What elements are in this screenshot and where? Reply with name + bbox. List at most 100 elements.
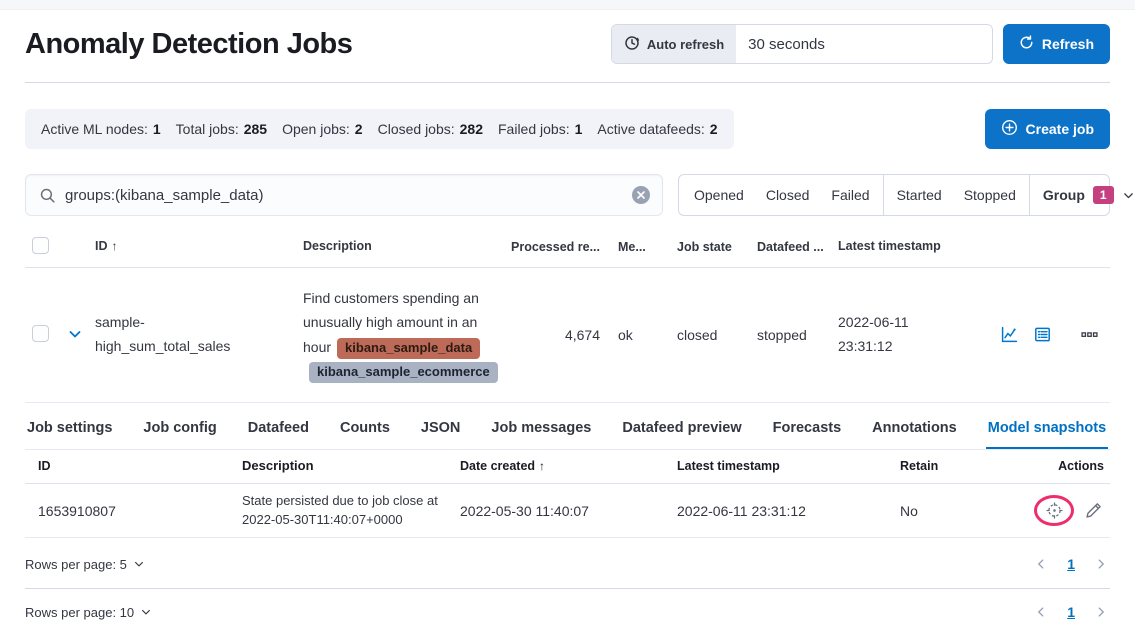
column-header-processed-records[interactable]: Processed re... <box>505 240 600 254</box>
create-job-button[interactable]: Create job <box>985 109 1110 149</box>
chevron-down-icon <box>140 606 152 618</box>
stat-active-ml-nodes: Active ML nodes:1 <box>41 121 161 137</box>
search-icon <box>39 187 56 204</box>
job-filter-group: Opened Closed Failed Started Stopped Gro… <box>678 174 1110 216</box>
chevron-right-icon <box>1094 605 1108 619</box>
column-header-snapshot-description[interactable]: Description <box>242 457 460 476</box>
column-header-latest-timestamp[interactable]: Latest timestamp <box>838 236 958 257</box>
snapshots-table-header: ID Description Date created↑ Latest time… <box>25 449 1110 484</box>
snapshots-pagination: Rows per page: 5 1 <box>25 555 1110 573</box>
group-badge[interactable]: kibana_sample_data <box>337 338 480 359</box>
refresh-button[interactable]: Refresh <box>1003 24 1110 64</box>
job-description: Find customers spending an unusually hig… <box>295 286 505 384</box>
select-all-checkbox[interactable] <box>32 237 49 254</box>
revert-snapshot-button[interactable] <box>1044 500 1065 521</box>
previous-page-button[interactable] <box>1032 603 1050 621</box>
filter-stopped[interactable]: Stopped <box>953 175 1027 215</box>
page-content: Anomaly Detection Jobs Auto refresh Refr… <box>0 24 1135 621</box>
line-chart-icon <box>1001 326 1018 343</box>
filter-opened[interactable]: Opened <box>683 175 755 215</box>
tab-annotations[interactable]: Annotations <box>870 420 959 449</box>
snapshot-latest-timestamp: 2022-06-11 23:31:12 <box>677 503 900 519</box>
open-in-anomaly-explorer-button[interactable] <box>1032 324 1053 345</box>
chevron-left-icon <box>1034 557 1048 571</box>
column-header-actions: Actions <box>1030 459 1110 473</box>
filter-divider <box>1029 174 1030 216</box>
tab-datafeed[interactable]: Datafeed <box>246 420 311 449</box>
stat-total-jobs: Total jobs:285 <box>176 121 267 137</box>
column-header-description[interactable]: Description <box>295 236 505 258</box>
tab-counts[interactable]: Counts <box>338 420 392 449</box>
tab-datafeed-preview[interactable]: Datafeed preview <box>620 420 743 449</box>
clear-search-button[interactable] <box>632 186 650 204</box>
search-row: Opened Closed Failed Started Stopped Gro… <box>25 174 1110 216</box>
top-strip <box>0 0 1135 10</box>
plus-circle-icon <box>1001 119 1018 139</box>
auto-refresh-toggle[interactable]: Auto refresh <box>612 25 736 63</box>
jobs-table: ID↑ Description Processed re... Me... Jo… <box>25 228 1110 403</box>
auto-refresh-control: Auto refresh <box>611 24 993 64</box>
jobs-page-1[interactable]: 1 <box>1059 604 1083 620</box>
snapshots-page-1[interactable]: 1 <box>1059 556 1083 572</box>
job-latest-timestamp: 2022-06-11 23:31:12 <box>838 311 958 359</box>
snapshot-date-created: 2022-05-30 11:40:07 <box>460 503 677 519</box>
column-header-snapshot-timestamp[interactable]: Latest timestamp <box>677 459 900 473</box>
column-header-id[interactable]: ID↑ <box>95 236 295 257</box>
column-header-snapshot-id[interactable]: ID <box>25 459 242 473</box>
page-title: Anomaly Detection Jobs <box>25 28 352 61</box>
tab-job-messages[interactable]: Job messages <box>489 420 593 449</box>
snapshots-rows-per-page-button[interactable]: Rows per page: 5 <box>25 557 145 572</box>
chevron-right-icon <box>1094 557 1108 571</box>
refresh-button-label: Refresh <box>1042 36 1094 52</box>
group-badge[interactable]: kibana_sample_ecommerce <box>309 362 498 383</box>
expand-row-button[interactable] <box>65 324 85 344</box>
jobs-rows-per-page-button[interactable]: Rows per page: 10 <box>25 605 152 620</box>
job-processed-records: 4,674 <box>505 327 600 343</box>
stat-closed-jobs: Closed jobs:282 <box>378 121 483 137</box>
snapshot-retain: No <box>900 503 1030 519</box>
page-header: Anomaly Detection Jobs Auto refresh Refr… <box>25 24 1110 64</box>
tab-job-settings[interactable]: Job settings <box>25 420 114 449</box>
pencil-icon <box>1085 502 1102 519</box>
refresh-controls: Auto refresh Refresh <box>611 24 1110 64</box>
row-checkbox[interactable] <box>32 325 49 342</box>
next-page-button[interactable] <box>1092 603 1110 621</box>
search-box <box>25 174 663 216</box>
jobs-search-input[interactable] <box>65 187 632 204</box>
column-header-memory-status[interactable]: Me... <box>600 240 670 254</box>
next-page-button[interactable] <box>1092 555 1110 573</box>
job-stats-bar: Active ML nodes:1 Total jobs:285 Open jo… <box>25 109 734 149</box>
group-filter-label: Group <box>1043 187 1085 203</box>
column-header-retain[interactable]: Retain <box>900 459 1030 473</box>
snapshots-page-nav: 1 <box>1032 555 1110 573</box>
snapshot-description: State persisted due to job close at 2022… <box>242 492 460 530</box>
job-id: sample-high_sum_total_sales <box>95 311 295 359</box>
stat-open-jobs: Open jobs:2 <box>282 121 363 137</box>
filter-group-dropdown[interactable]: Group 1 <box>1032 175 1135 215</box>
sort-up-icon: ↑ <box>539 459 545 473</box>
refresh-interval-input[interactable] <box>736 25 992 63</box>
filter-failed[interactable]: Failed <box>820 175 880 215</box>
chevron-left-icon <box>1034 605 1048 619</box>
tab-model-snapshots[interactable]: Model snapshots <box>986 420 1108 449</box>
open-in-single-metric-viewer-button[interactable] <box>999 324 1020 345</box>
column-header-job-state[interactable]: Job state <box>670 240 757 254</box>
snapshot-row: 1653910807 State persisted due to job cl… <box>25 484 1110 539</box>
auto-refresh-clock-icon <box>624 35 640 54</box>
filter-started[interactable]: Started <box>886 175 953 215</box>
model-snapshots-table: ID Description Date created↑ Latest time… <box>25 449 1110 539</box>
stat-failed-jobs: Failed jobs:1 <box>498 121 582 137</box>
create-job-label: Create job <box>1026 121 1094 137</box>
tab-forecasts[interactable]: Forecasts <box>771 420 844 449</box>
boxes-horizontal-icon <box>1081 326 1098 343</box>
edit-snapshot-button[interactable] <box>1083 500 1104 521</box>
column-header-datafeed-state[interactable]: Datafeed ... <box>757 240 838 254</box>
row-actions-menu-button[interactable] <box>1079 324 1100 345</box>
tab-job-config[interactable]: Job config <box>141 420 218 449</box>
filter-closed[interactable]: Closed <box>755 175 821 215</box>
column-header-date-created[interactable]: Date created↑ <box>460 459 677 473</box>
tab-json[interactable]: JSON <box>419 420 463 449</box>
chevron-down-icon <box>1122 189 1135 202</box>
previous-page-button[interactable] <box>1032 555 1050 573</box>
snapshot-id: 1653910807 <box>25 503 242 519</box>
